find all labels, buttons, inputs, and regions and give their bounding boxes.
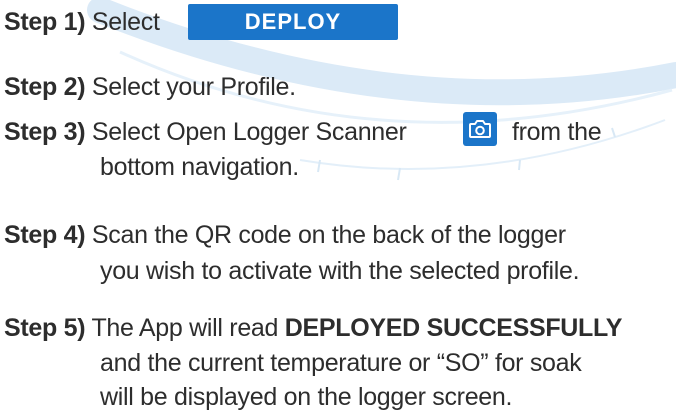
step-1-text: Select <box>91 8 160 36</box>
camera-icon <box>469 120 491 138</box>
step-4-label: Step 4) <box>4 221 86 249</box>
step-4-line: Step 4) Scan the QR code on the back of … <box>4 218 566 252</box>
step-3-label: Step 3) <box>4 118 86 146</box>
step-5-line-3: will be displayed on the logger screen. <box>100 380 512 414</box>
step-4-text-line-2: you wish to activate with the selected p… <box>100 257 580 285</box>
step-3-text-line-2: bottom navigation. <box>100 153 299 181</box>
step-4-text-line-1: Scan the QR code on the back of the logg… <box>91 221 566 249</box>
step-1-line: Step 1) Select <box>4 5 160 39</box>
step-5-text-bold: DEPLOYED SUCCESSFULLY <box>284 314 623 342</box>
step-5-text-line-2: and the current temperature or “SO” for … <box>100 349 582 377</box>
step-3-text-after: from the <box>512 118 602 146</box>
step-3-line: Step 3) Select Open Logger Scanner <box>4 115 407 149</box>
step-5-label: Step 5) <box>4 314 86 342</box>
deploy-button[interactable]: DEPLOY <box>188 4 398 40</box>
step-5-line: Step 5) The App will read DEPLOYED SUCCE… <box>4 311 622 345</box>
step-2-label: Step 2) <box>4 73 86 101</box>
open-logger-scanner-button[interactable] <box>463 112 497 146</box>
step-2-text: Select your Profile. <box>91 73 296 101</box>
step-4-line-2: you wish to activate with the selected p… <box>100 254 580 288</box>
step-5-text-line-3: will be displayed on the logger screen. <box>100 383 513 411</box>
step-2-line: Step 2) Select your Profile. <box>4 70 296 104</box>
step-5-line-2: and the current temperature or “SO” for … <box>100 346 582 380</box>
step-3-text-before: Select Open Logger Scanner <box>91 118 407 146</box>
step-3-line-2: bottom navigation. <box>100 150 299 184</box>
step-1-label: Step 1) <box>4 8 86 36</box>
instructions-list: Step 1) Select DEPLOY Step 2) Select you… <box>0 0 676 416</box>
step-5-text-before: The App will read <box>91 314 279 342</box>
step-3-line-tail: from the <box>512 115 602 149</box>
